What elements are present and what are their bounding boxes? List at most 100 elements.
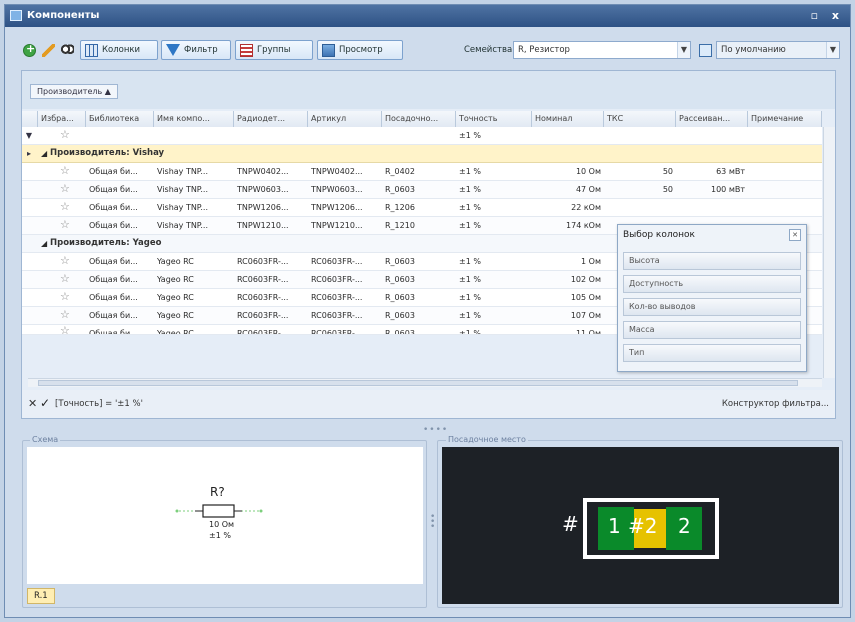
star-icon[interactable]: ☆ bbox=[60, 309, 70, 321]
columns-button[interactable]: Колонки bbox=[80, 40, 158, 60]
filter-button[interactable]: Фильтр bbox=[161, 40, 231, 60]
cell-part: TNPW1206... bbox=[237, 203, 289, 212]
pad2-label: 2 bbox=[678, 514, 691, 538]
groups-icon bbox=[240, 43, 253, 57]
star-icon[interactable]: ☆ bbox=[60, 219, 70, 231]
cell-library: Общая би... bbox=[89, 293, 138, 302]
cell-article: RC0603FR-... bbox=[311, 257, 363, 266]
cell-article: RC0603FR-... bbox=[311, 311, 363, 320]
chevron-down-icon[interactable]: ▼ bbox=[826, 42, 839, 58]
footprint-view[interactable]: # 1 #2 2 bbox=[442, 447, 839, 604]
cell-nominal: 47 Ом bbox=[575, 185, 601, 194]
star-icon[interactable]: ☆ bbox=[60, 325, 70, 334]
horizontal-scrollbar[interactable] bbox=[28, 378, 822, 387]
header-library[interactable]: Библиотека bbox=[86, 111, 154, 127]
star-icon[interactable]: ☆ bbox=[60, 165, 70, 177]
filter-expression[interactable]: [Точность] = '±1 %' bbox=[55, 399, 143, 409]
star-icon[interactable]: ☆ bbox=[60, 273, 70, 285]
cell-part: RC0603FR-... bbox=[237, 275, 289, 284]
cell-article: RC0603FR-... bbox=[311, 329, 363, 335]
column-chooser: Выбор колонок ✕ Высота Доступность Кол-в… bbox=[617, 224, 807, 372]
cell-dissipation: 63 мВт bbox=[716, 167, 745, 176]
cell-article: TNPW0402... bbox=[311, 167, 363, 176]
table-row[interactable]: ☆ Общая би... Vishay TNP... TNPW1206... … bbox=[22, 199, 822, 217]
column-item-type[interactable]: Тип bbox=[623, 344, 801, 362]
header-dissipation[interactable]: Рассеиван... bbox=[676, 111, 748, 127]
group-panel: Производитель ▲ bbox=[22, 71, 835, 109]
filter-tolerance[interactable]: ±1 % bbox=[456, 127, 532, 144]
header-footprint[interactable]: Посадочно... bbox=[382, 111, 456, 127]
filter-constructor-link[interactable]: Конструктор фильтра... bbox=[722, 399, 829, 409]
footprint-caption: Посадочное место bbox=[446, 435, 528, 444]
family-select[interactable]: R, Резистор ▼ bbox=[513, 41, 691, 59]
star-icon[interactable]: ☆ bbox=[60, 129, 70, 141]
vertical-scrollbar[interactable] bbox=[823, 127, 835, 378]
cell-nominal: 1 Ом bbox=[581, 257, 601, 266]
cell-article: TNPW1206... bbox=[311, 203, 363, 212]
cell-part: RC0603FR-... bbox=[237, 311, 289, 320]
column-item-availability[interactable]: Доступность bbox=[623, 275, 801, 293]
resistor-symbol bbox=[175, 504, 263, 518]
column-item-pin-count[interactable]: Кол-во выводов bbox=[623, 298, 801, 316]
groups-button[interactable]: Группы bbox=[235, 40, 313, 60]
star-icon[interactable]: ☆ bbox=[60, 255, 70, 267]
column-item-mass[interactable]: Масса bbox=[623, 321, 801, 339]
header-article[interactable]: Артикул bbox=[308, 111, 382, 127]
group-row-vishay[interactable]: ▸ ◢ Производитель: Vishay bbox=[22, 145, 822, 163]
auto-filter-row[interactable]: ▼ ☆ ±1 % bbox=[22, 127, 822, 145]
header-tcr[interactable]: ТКС bbox=[604, 111, 676, 127]
cell-tolerance: ±1 % bbox=[459, 311, 481, 320]
header-favorite[interactable]: Избра... bbox=[38, 111, 86, 127]
cell-library: Общая би... bbox=[89, 221, 138, 230]
table-row[interactable]: ☆ Общая би... Vishay TNP... TNPW0603... … bbox=[22, 181, 822, 199]
star-icon[interactable]: ☆ bbox=[60, 201, 70, 213]
cell-footprint: R_0603 bbox=[385, 329, 415, 335]
group-yageo-label: Производитель: Yageo bbox=[50, 238, 162, 248]
enable-filter-checkbox[interactable]: ✓ bbox=[40, 396, 50, 410]
cell-tolerance: ±1 % bbox=[459, 275, 481, 284]
header-tolerance[interactable]: Точность bbox=[456, 111, 532, 127]
layout-select[interactable]: По умолчанию ▼ bbox=[716, 41, 840, 59]
scrollbar-thumb[interactable] bbox=[38, 380, 798, 386]
collapse-icon[interactable]: ◢ bbox=[38, 235, 50, 252]
tab-r1[interactable]: R.1 bbox=[27, 588, 55, 604]
layout-icon[interactable] bbox=[699, 44, 712, 57]
clear-filter-icon[interactable]: ✕ bbox=[28, 397, 37, 410]
header-component-name[interactable]: Имя компо... bbox=[154, 111, 234, 127]
star-icon[interactable]: ☆ bbox=[60, 291, 70, 303]
header-nominal[interactable]: Номинал bbox=[532, 111, 604, 127]
cell-part: RC0603FR-... bbox=[237, 329, 289, 335]
schematic-view[interactable]: R? 10 Ом ±1 % bbox=[27, 447, 423, 584]
cell-library: Общая би... bbox=[89, 311, 138, 320]
vertical-splitter[interactable]: • • • bbox=[430, 513, 435, 532]
close-icon[interactable]: ✕ bbox=[789, 229, 801, 241]
star-icon[interactable]: ☆ bbox=[60, 183, 70, 195]
header-part[interactable]: Радиодет... bbox=[234, 111, 308, 127]
schematic-caption: Схема bbox=[30, 435, 61, 444]
cell-tolerance: ±1 % bbox=[459, 221, 481, 230]
cell-footprint: R_0603 bbox=[385, 311, 415, 320]
designator-text: R? bbox=[210, 485, 225, 499]
group-chip-manufacturer[interactable]: Производитель ▲ bbox=[30, 84, 118, 99]
group-vishay-label: Производитель: Vishay bbox=[50, 148, 165, 158]
add-button[interactable] bbox=[18, 40, 36, 60]
footprint-hash: # bbox=[562, 512, 579, 536]
table-row[interactable]: ☆ Общая би... Vishay TNP... TNPW0402... … bbox=[22, 163, 822, 181]
column-item-height[interactable]: Высота bbox=[623, 252, 801, 270]
cell-footprint: R_0402 bbox=[385, 167, 415, 176]
collapse-icon[interactable]: ◢ bbox=[38, 145, 50, 162]
filter-label: Фильтр bbox=[184, 45, 218, 55]
value-text: 10 Ом bbox=[209, 520, 235, 529]
cell-footprint: R_1206 bbox=[385, 203, 415, 212]
add-icon bbox=[23, 42, 36, 57]
window-controls[interactable]: ▫ x bbox=[811, 5, 844, 27]
cell-name: Vishay TNP... bbox=[157, 203, 209, 212]
edit-button[interactable] bbox=[37, 40, 55, 60]
find-button[interactable] bbox=[56, 40, 76, 60]
horizontal-splitter[interactable]: •••• bbox=[423, 425, 448, 435]
header-note[interactable]: Примечание bbox=[748, 111, 822, 127]
toolbar: Колонки Фильтр Группы Просмотр Семейства… bbox=[18, 37, 843, 63]
chevron-down-icon[interactable]: ▼ bbox=[677, 42, 690, 58]
view-button[interactable]: Просмотр bbox=[317, 40, 403, 60]
schematic-tabs: R.1 bbox=[25, 586, 425, 606]
